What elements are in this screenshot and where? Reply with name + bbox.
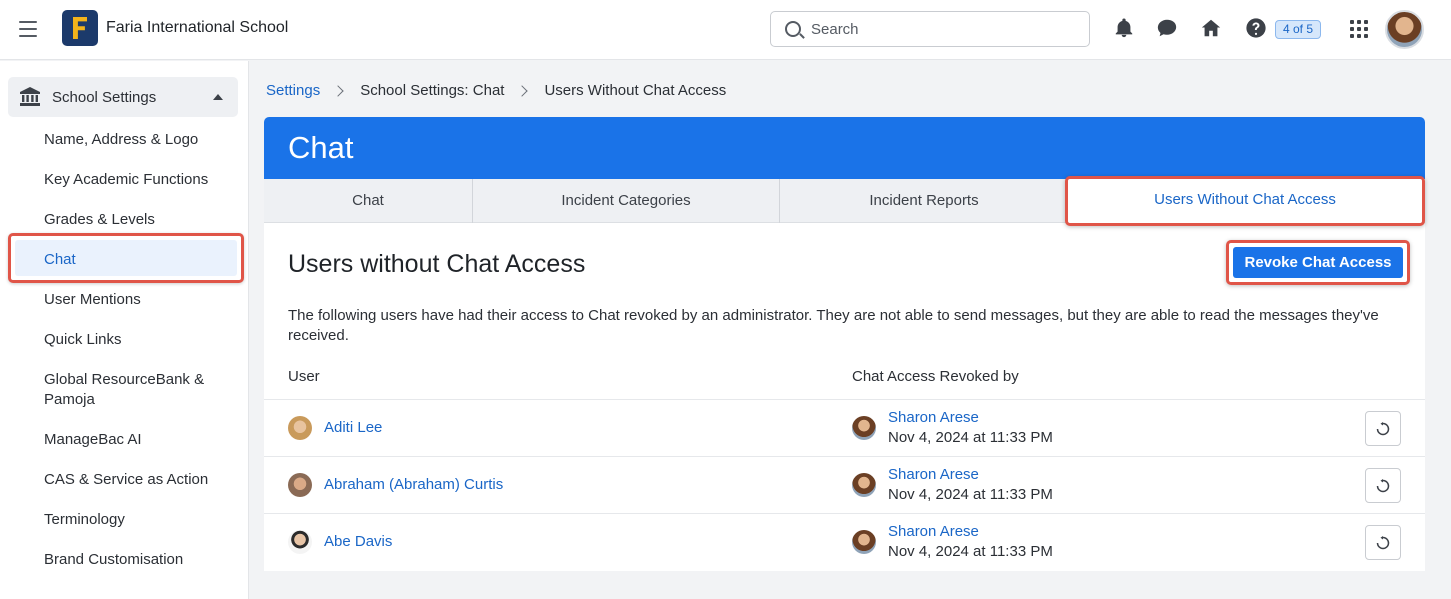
apps-grid-icon[interactable] bbox=[1350, 20, 1368, 38]
revoked-date: Nov 4, 2024 at 11:33 PM bbox=[888, 429, 1053, 446]
table-row: Abe Davis Sharon Arese Nov 4, 2024 at 11… bbox=[264, 513, 1425, 570]
sidebar-item-cas-service[interactable]: CAS & Service as Action bbox=[44, 470, 234, 490]
restore-icon bbox=[1376, 479, 1390, 493]
breadcrumb-current: Users Without Chat Access bbox=[544, 82, 727, 99]
home-icon[interactable] bbox=[1200, 17, 1224, 41]
chevron-right-icon bbox=[332, 84, 344, 97]
table-row: Aditi Lee Sharon Arese Nov 4, 2024 at 11… bbox=[264, 399, 1425, 456]
column-header-user: User bbox=[288, 368, 320, 385]
breadcrumb-school-settings-chat: School Settings: Chat bbox=[360, 82, 505, 99]
restore-access-button[interactable] bbox=[1365, 525, 1401, 560]
revoked-by-link[interactable]: Sharon Arese bbox=[888, 466, 979, 483]
sidebar-item-global-resourcebank[interactable]: Global ResourceBank & Pamoja bbox=[44, 370, 214, 410]
chevron-right-icon bbox=[516, 84, 529, 97]
table-row: Abraham (Abraham) Curtis Sharon Arese No… bbox=[264, 456, 1425, 513]
sidebar-item-key-academic-functions[interactable]: Key Academic Functions bbox=[44, 170, 234, 190]
restore-access-button[interactable] bbox=[1365, 468, 1401, 503]
question-icon[interactable] bbox=[1245, 17, 1269, 41]
hamburger-icon[interactable] bbox=[19, 21, 37, 37]
help-progress-badge[interactable]: 4 of 5 bbox=[1275, 20, 1322, 39]
bell-icon[interactable] bbox=[1113, 17, 1137, 41]
section-title: Users without Chat Access bbox=[288, 250, 586, 278]
sidebar-section-school-settings[interactable]: School Settings bbox=[8, 77, 238, 117]
avatar bbox=[852, 473, 876, 497]
sidebar-item-brand-customisation[interactable]: Brand Customisation bbox=[44, 550, 234, 570]
breadcrumb: Settings School Settings: Chat Users Wit… bbox=[266, 82, 726, 99]
sidebar-item-managebac-ai[interactable]: ManageBac AI bbox=[44, 430, 234, 450]
revoked-by-link[interactable]: Sharon Arese bbox=[888, 409, 979, 426]
restore-icon bbox=[1376, 536, 1390, 550]
search-box[interactable] bbox=[770, 11, 1090, 47]
user-link[interactable]: Aditi Lee bbox=[324, 419, 382, 436]
avatar bbox=[288, 473, 312, 497]
tab-chat[interactable]: Chat bbox=[264, 179, 473, 223]
restore-icon bbox=[1376, 422, 1390, 436]
sidebar-item-terminology[interactable]: Terminology bbox=[44, 510, 234, 530]
avatar bbox=[288, 416, 312, 440]
revoke-button-highlight: Revoke Chat Access bbox=[1226, 240, 1410, 285]
avatar bbox=[852, 416, 876, 440]
avatar bbox=[288, 530, 312, 554]
school-logo[interactable] bbox=[62, 10, 98, 46]
top-bar: Faria International School 4 of 5 bbox=[0, 0, 1451, 60]
revoke-chat-access-button[interactable]: Revoke Chat Access bbox=[1233, 247, 1403, 278]
user-avatar[interactable] bbox=[1385, 10, 1424, 49]
chat-settings-card: Chat Chat Incident Categories Incident R… bbox=[264, 117, 1425, 571]
avatar bbox=[852, 530, 876, 554]
caret-up-icon[interactable] bbox=[213, 94, 223, 100]
revoked-date: Nov 4, 2024 at 11:33 PM bbox=[888, 543, 1053, 560]
sidebar-item-chat[interactable]: Chat bbox=[44, 250, 234, 270]
sidebar-item-quick-links[interactable]: Quick Links bbox=[44, 330, 234, 350]
revoked-date: Nov 4, 2024 at 11:33 PM bbox=[888, 486, 1053, 503]
column-header-revoked-by: Chat Access Revoked by bbox=[852, 368, 1019, 385]
sidebar-header-label: School Settings bbox=[52, 89, 157, 106]
revoked-by-link[interactable]: Sharon Arese bbox=[888, 523, 979, 540]
tab-incident-categories[interactable]: Incident Categories bbox=[473, 179, 780, 223]
search-input[interactable] bbox=[811, 19, 1071, 39]
chat-bubble-icon[interactable] bbox=[1156, 17, 1180, 41]
settings-sidebar: School Settings Name, Address & Logo Key… bbox=[0, 61, 249, 599]
description-text: The following users have had their acces… bbox=[288, 307, 1379, 344]
school-name[interactable]: Faria International School bbox=[106, 19, 288, 37]
tab-users-without-chat-access[interactable]: Users Without Chat Access bbox=[1065, 176, 1425, 226]
sidebar-item-grades-levels[interactable]: Grades & Levels bbox=[44, 210, 234, 230]
restore-access-button[interactable] bbox=[1365, 411, 1401, 446]
tab-active-label: Users Without Chat Access bbox=[1154, 191, 1336, 208]
search-icon bbox=[785, 21, 801, 37]
card-header: Chat bbox=[264, 117, 1425, 179]
tab-incident-reports[interactable]: Incident Reports bbox=[780, 179, 1069, 223]
breadcrumb-settings-link[interactable]: Settings bbox=[266, 82, 320, 99]
user-link[interactable]: Abraham (Abraham) Curtis bbox=[324, 476, 503, 493]
sidebar-item-user-mentions[interactable]: User Mentions bbox=[44, 290, 234, 310]
sidebar-item-name-address-logo[interactable]: Name, Address & Logo bbox=[44, 130, 234, 150]
page-title: Chat bbox=[288, 130, 354, 165]
user-link[interactable]: Abe Davis bbox=[324, 533, 392, 550]
bank-icon bbox=[20, 87, 40, 106]
